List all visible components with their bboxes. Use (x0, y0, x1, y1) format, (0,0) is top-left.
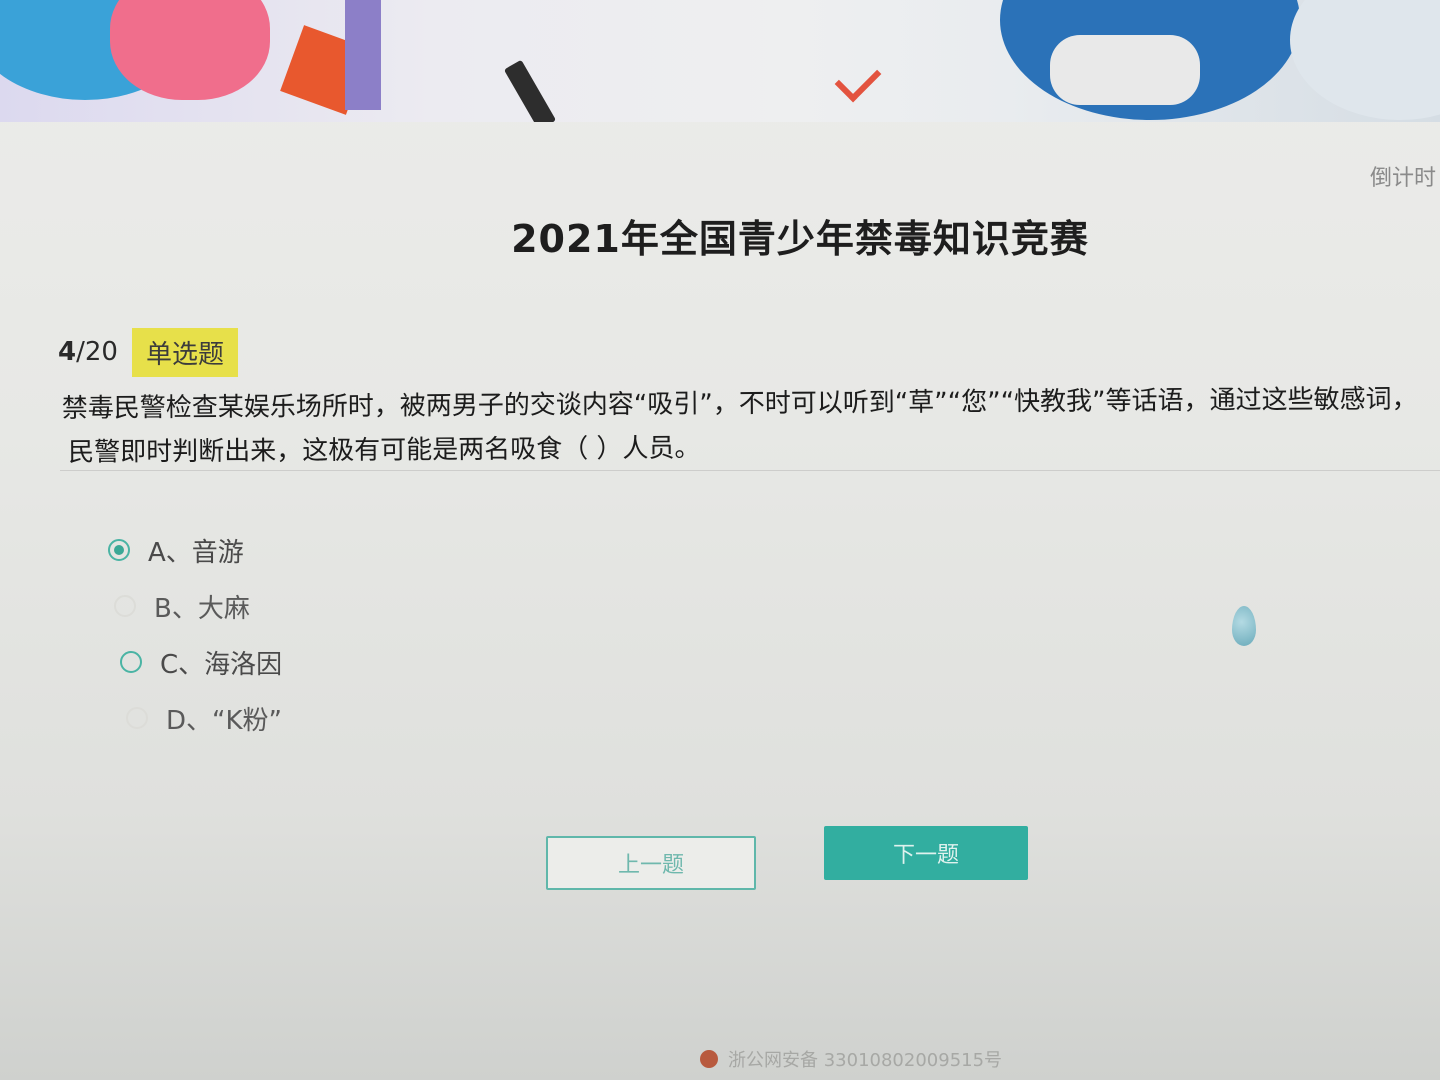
question-total: /20 (76, 337, 118, 367)
banner-pink-shape (110, 0, 270, 100)
sneaker-illustration (1050, 35, 1200, 105)
option-b-label: B、大麻 (154, 593, 250, 624)
banner-light-circle (1290, 0, 1440, 120)
page-title: 2021年全国青少年禁毒知识竞赛 (511, 217, 1089, 261)
option-d[interactable]: D、“K粉” (126, 690, 282, 746)
question-current-number: 4 (58, 337, 77, 367)
next-question-button[interactable]: 下一题 (824, 826, 1028, 880)
countdown-label: 倒计时 (1369, 166, 1436, 191)
question-divider (60, 470, 1440, 471)
option-a[interactable]: A、音游 (108, 522, 282, 578)
banner-purple-strip (345, 0, 381, 110)
previous-question-button[interactable]: 上一题 (546, 836, 756, 890)
header-banner-illustration (0, 0, 1440, 122)
police-badge-icon (700, 1050, 718, 1068)
question-counter: 4/20 (48, 337, 128, 367)
radio-icon[interactable] (126, 707, 148, 729)
water-drop-icon (1232, 606, 1256, 646)
checkmark-icon (834, 55, 882, 103)
question-meta: 4/20 单选题 (48, 327, 238, 377)
option-c[interactable]: C、海洛因 (120, 634, 282, 690)
answer-options: A、音游 B、大麻 C、海洛因 D、“K粉” (108, 522, 282, 746)
option-d-label: D、“K粉” (166, 705, 283, 736)
radio-icon[interactable] (114, 595, 136, 617)
radio-selected-icon[interactable] (108, 539, 130, 561)
footer-registration-text[interactable]: 浙公网安备 33010802009515号 (728, 1046, 1002, 1072)
pencil-icon (503, 59, 557, 122)
option-a-label: A、音游 (148, 537, 244, 568)
screen: 倒计时 2021年全国青少年禁毒知识竞赛 4/20 单选题 禁毒民警检查某娱乐场… (0, 0, 1440, 1080)
question-text: 禁毒民警检查某娱乐场所时，被两男子的交谈内容“吸引”，不时可以听到“草”“您”“… (62, 377, 1440, 475)
footer: 浙公网安备 33010802009515号 (700, 1046, 1002, 1072)
option-c-label: C、海洛因 (160, 649, 283, 680)
question-text-line-2: 民警即时判断出来，这极有可能是两名吸食（ ）人员。 (68, 433, 701, 468)
question-type-badge: 单选题 (131, 327, 238, 377)
option-b[interactable]: B、大麻 (114, 578, 282, 634)
radio-icon[interactable] (120, 651, 142, 673)
